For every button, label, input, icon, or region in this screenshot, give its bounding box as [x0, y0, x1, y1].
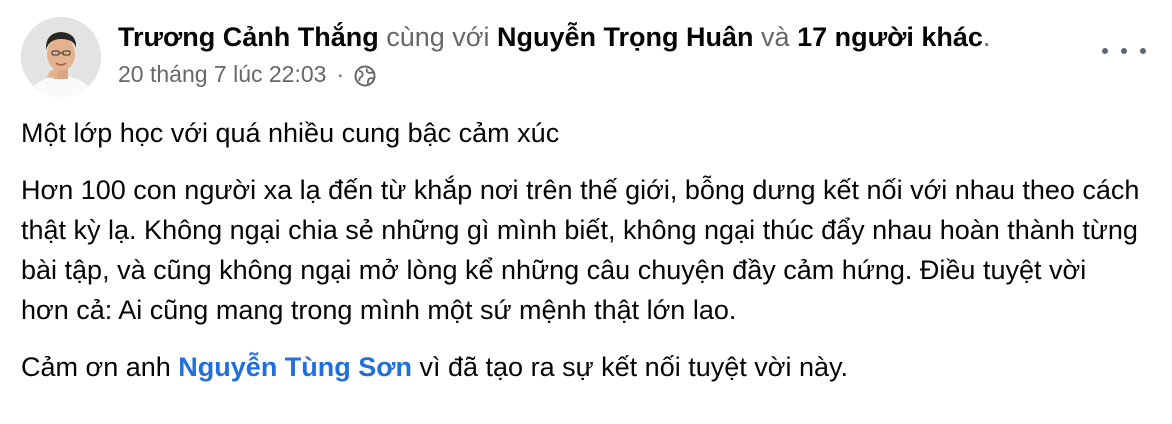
post-timestamp[interactable]: 20 tháng 7 lúc 22:03 [118, 58, 326, 90]
author-name[interactable]: Trương Cảnh Thắng [118, 22, 379, 52]
facebook-post: Trương Cảnh Thắng cùng với Nguyễn Trọng … [0, 0, 1172, 424]
meta-separator: · [336, 61, 345, 87]
header-period: . [982, 22, 991, 52]
others-link[interactable]: 17 người khác [797, 22, 983, 52]
avatar-image [21, 17, 101, 97]
thanks-prefix: Cảm ơn anh [21, 352, 171, 382]
mention-link[interactable]: Nguyễn Tùng Sơn [178, 352, 412, 382]
post-meta: 20 tháng 7 lúc 22:03 · [118, 58, 376, 90]
dot [1140, 48, 1146, 54]
thanks-suffix: vì đã tạo ra sự kết nối tuyệt vời này. [419, 352, 848, 382]
dot [1102, 48, 1108, 54]
and-text: và [761, 22, 790, 52]
globe-icon[interactable] [354, 63, 376, 87]
post-paragraph-1: Một lớp học với quá nhiều cung bậc cảm x… [21, 118, 560, 148]
more-options-icon[interactable] [1102, 44, 1146, 58]
post-paragraph-2: Hơn 100 con người xa lạ đến từ khắp nơi … [21, 175, 1140, 325]
post-header: Trương Cảnh Thắng cùng với Nguyễn Trọng … [118, 19, 990, 55]
post-paragraph-3: Cảm ơn anh Nguyễn Tùng Sơn vì đã tạo ra … [21, 347, 1141, 387]
dot [1121, 48, 1127, 54]
tagged-person-link[interactable]: Nguyễn Trọng Huân [497, 22, 754, 52]
with-text: cùng với [386, 22, 490, 52]
author-avatar[interactable] [21, 17, 101, 97]
post-body: Một lớp học với quá nhiều cung bậc cảm x… [21, 113, 1141, 404]
